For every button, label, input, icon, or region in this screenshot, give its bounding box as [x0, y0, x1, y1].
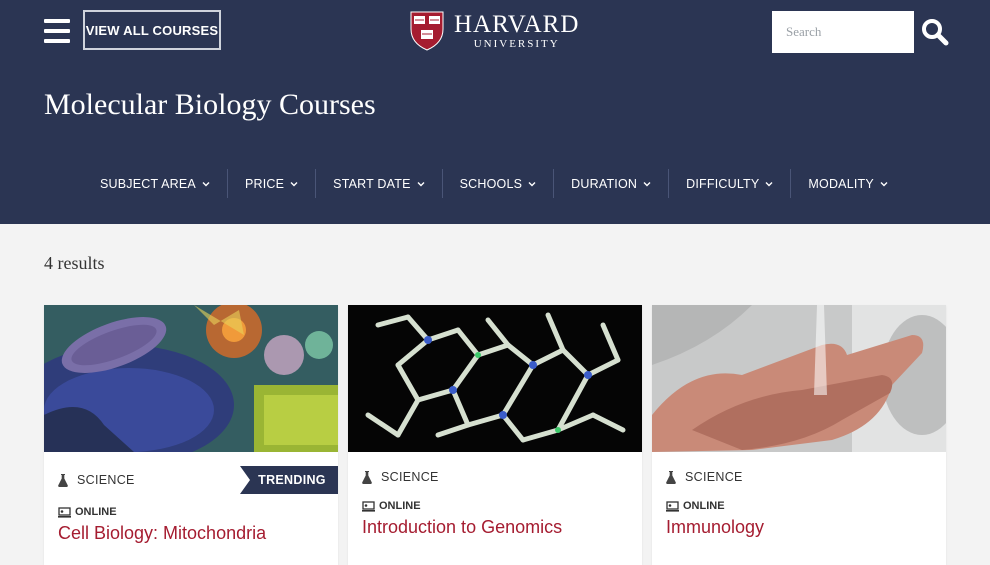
course-modality: ONLINE	[58, 506, 117, 518]
filter-bar: SUBJECT AREA PRICE START DATE SCHOOLS DU…	[83, 169, 905, 198]
course-modality: ONLINE	[666, 500, 725, 512]
site-header: VIEW ALL COURSES HARVARD UNIVERSITY Mole…	[0, 0, 990, 224]
trending-badge: TRENDING	[240, 466, 338, 494]
search-icon[interactable]	[921, 18, 949, 46]
filter-price[interactable]: PRICE	[226, 169, 315, 198]
search-input[interactable]	[772, 11, 914, 53]
course-title-link[interactable]: Cell Biology: Mitochondria	[58, 523, 266, 544]
modality-label: ONLINE	[379, 500, 421, 512]
harvard-shield-icon	[410, 11, 444, 51]
chevron-down-icon	[643, 181, 651, 186]
filter-label: PRICE	[244, 176, 285, 191]
online-course-icon	[362, 500, 375, 512]
view-all-courses-button[interactable]: VIEW ALL COURSES	[83, 10, 221, 50]
menu-icon[interactable]	[44, 19, 70, 45]
course-card-genomics[interactable]: SCIENCE ONLINE Introduction to Genomics	[348, 305, 642, 565]
category-label: SCIENCE	[381, 470, 439, 484]
course-category: SCIENCE	[58, 473, 135, 487]
filter-label: DIFFICULTY	[686, 176, 760, 191]
filter-duration[interactable]: DURATION	[553, 169, 668, 198]
course-category: SCIENCE	[666, 470, 743, 484]
course-modality: ONLINE	[362, 500, 421, 512]
filter-difficulty[interactable]: DIFFICULTY	[668, 169, 790, 198]
filter-schools[interactable]: SCHOOLS	[441, 169, 554, 198]
course-category: SCIENCE	[362, 470, 439, 484]
filter-label: DURATION	[571, 176, 638, 191]
course-card-immunology[interactable]: SCIENCE ONLINE Immunology	[652, 305, 946, 565]
filter-modality[interactable]: MODALITY	[790, 169, 905, 198]
harvard-logo[interactable]: HARVARD UNIVERSITY	[410, 11, 579, 51]
chevron-down-icon	[202, 181, 210, 186]
chevron-down-icon	[417, 181, 425, 186]
course-image-molecule	[348, 305, 642, 452]
flask-icon	[362, 470, 372, 484]
flask-icon	[58, 473, 68, 487]
course-card-cell-biology[interactable]: SCIENCE TRENDING ONLINE Cell Biology: Mi…	[44, 305, 338, 565]
flask-icon	[666, 470, 676, 484]
course-image-hand-washing	[652, 305, 946, 452]
filter-label: SUBJECT AREA	[100, 176, 196, 191]
category-label: SCIENCE	[685, 470, 743, 484]
chevron-down-icon	[290, 181, 298, 186]
page-title: Molecular Biology Courses	[44, 88, 376, 121]
category-label: SCIENCE	[77, 473, 135, 487]
course-title-link[interactable]: Immunology	[666, 517, 764, 538]
filter-start-date[interactable]: START DATE	[315, 169, 441, 198]
logo-wordmark: HARVARD UNIVERSITY	[454, 12, 579, 50]
filter-label: MODALITY	[808, 176, 874, 191]
chevron-down-icon	[528, 181, 536, 186]
online-course-icon	[666, 500, 679, 512]
course-image-mitochondria	[44, 305, 338, 452]
course-title-link[interactable]: Introduction to Genomics	[362, 517, 562, 538]
filter-subject-area[interactable]: SUBJECT AREA	[83, 169, 227, 198]
logo-main-text: HARVARD	[454, 11, 580, 38]
filter-label: SCHOOLS	[459, 176, 523, 191]
results-count: 4 results	[44, 253, 105, 273]
filter-label: START DATE	[333, 176, 411, 191]
online-course-icon	[58, 506, 71, 518]
logo-sub-text: UNIVERSITY	[473, 38, 560, 50]
chevron-down-icon	[765, 181, 773, 186]
chevron-down-icon	[880, 181, 888, 186]
modality-label: ONLINE	[75, 506, 117, 518]
modality-label: ONLINE	[683, 500, 725, 512]
